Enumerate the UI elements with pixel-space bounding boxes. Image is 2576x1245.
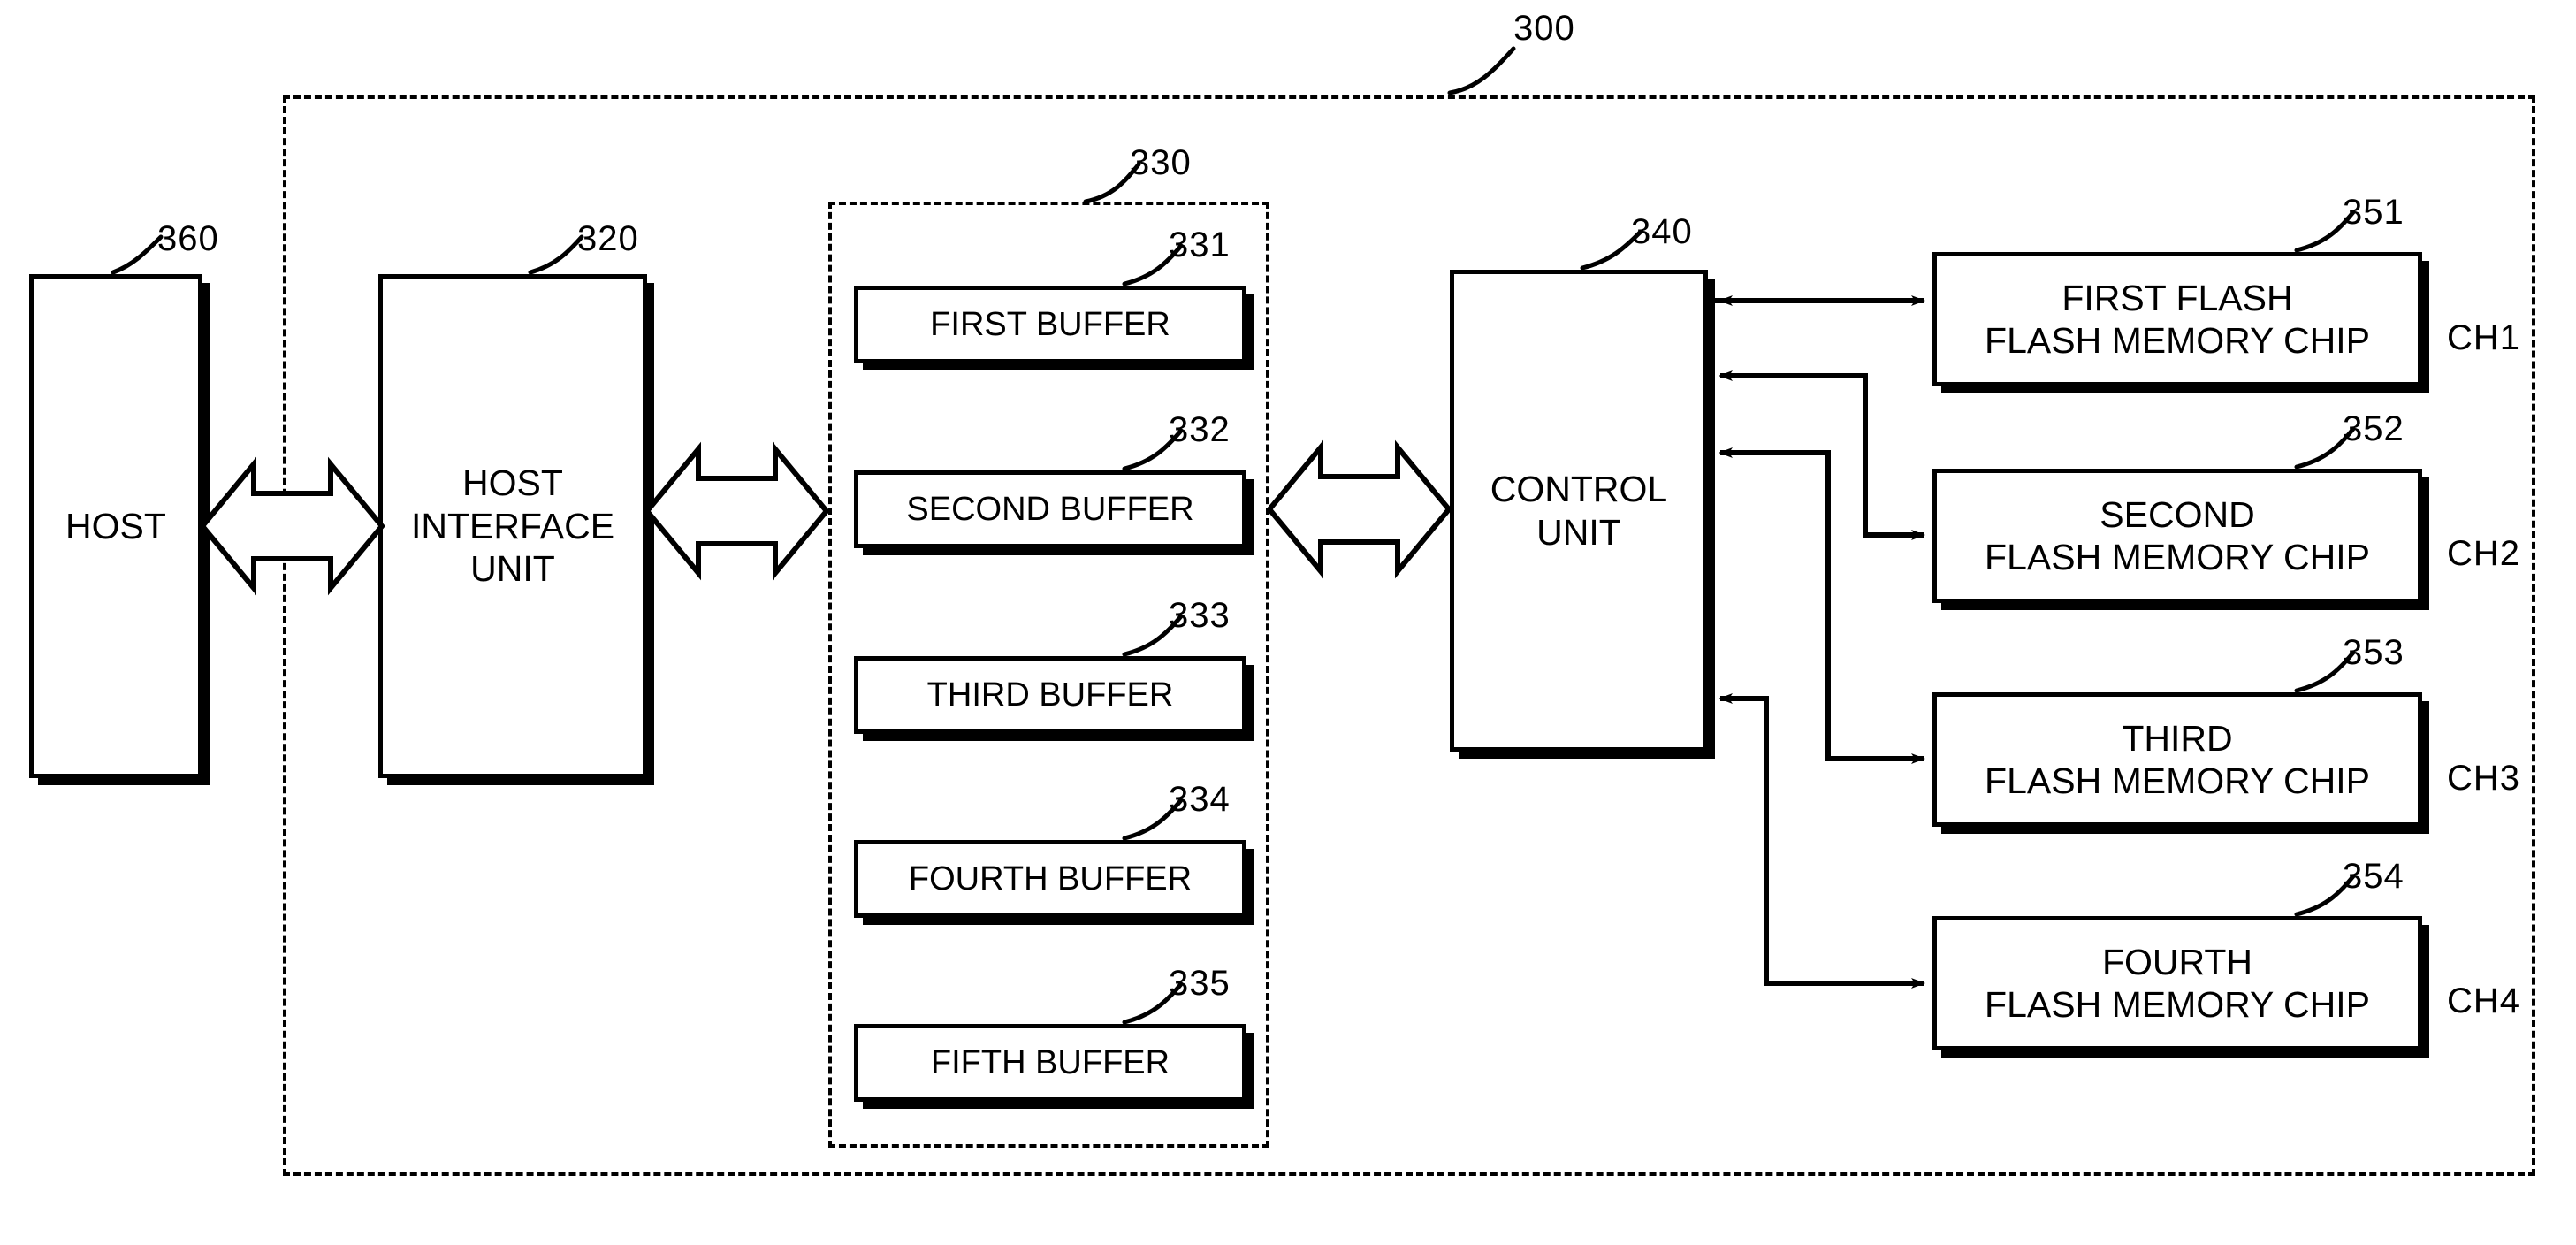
ref-300: 300 <box>1513 9 1575 48</box>
third-flash-memory-chip-block[interactable]: THIRD FLASH MEMORY CHIP <box>1932 692 2422 827</box>
host-interface-unit-label: HOST INTERFACE UNIT <box>410 462 615 590</box>
fifth-buffer-block[interactable]: FIFTH BUFFER <box>854 1024 1246 1102</box>
channel-label-ch3: CH3 <box>2447 759 2521 798</box>
second-buffer-block[interactable]: SECOND BUFFER <box>854 470 1246 548</box>
channel-label-ch1: CH1 <box>2447 318 2521 357</box>
ref-330: 330 <box>1130 143 1192 182</box>
first-flash-memory-chip-block[interactable]: FIRST FLASH FLASH MEMORY CHIP <box>1932 252 2422 386</box>
host-interface-unit-block[interactable]: HOST INTERFACE UNIT <box>378 274 647 778</box>
first-buffer-block[interactable]: FIRST BUFFER <box>854 286 1246 363</box>
leader-360 <box>111 234 164 275</box>
ref-352: 352 <box>2343 409 2405 448</box>
channel-label-ch2: CH2 <box>2447 534 2521 573</box>
third-buffer-label: THIRD BUFFER <box>926 676 1174 714</box>
second-flash-memory-chip-label: SECOND FLASH MEMORY CHIP <box>1985 493 2370 577</box>
control-unit-label: CONTROL UNIT <box>1490 469 1668 553</box>
control-unit-block[interactable]: CONTROL UNIT <box>1450 270 1708 752</box>
first-flash-memory-chip-label: FIRST FLASH FLASH MEMORY CHIP <box>1985 277 2370 361</box>
ref-332: 332 <box>1169 410 1231 449</box>
fifth-buffer-label: FIFTH BUFFER <box>930 1043 1170 1081</box>
second-buffer-label: SECOND BUFFER <box>906 490 1194 528</box>
fourth-flash-memory-chip-label: FOURTH FLASH MEMORY CHIP <box>1985 941 2370 1025</box>
host-block[interactable]: HOST <box>29 274 202 778</box>
third-flash-memory-chip-label: THIRD FLASH MEMORY CHIP <box>1985 717 2370 801</box>
ref-331: 331 <box>1169 225 1231 264</box>
figure-canvas: HOST HOST INTERFACE UNIT FIRST BUFFER SE… <box>0 0 2576 1245</box>
channel-label-ch4: CH4 <box>2447 981 2521 1020</box>
ref-360: 360 <box>157 219 219 258</box>
fourth-buffer-label: FOURTH BUFFER <box>908 859 1193 897</box>
fourth-buffer-block[interactable]: FOURTH BUFFER <box>854 840 1246 918</box>
ref-333: 333 <box>1169 596 1231 635</box>
ref-334: 334 <box>1169 780 1231 819</box>
third-buffer-block[interactable]: THIRD BUFFER <box>854 656 1246 734</box>
ref-340: 340 <box>1631 212 1693 251</box>
leader-300 <box>1447 46 1516 95</box>
ref-354: 354 <box>2343 857 2405 896</box>
ref-320: 320 <box>577 219 639 258</box>
ref-351: 351 <box>2343 193 2405 232</box>
second-flash-memory-chip-block[interactable]: SECOND FLASH MEMORY CHIP <box>1932 469 2422 603</box>
host-label: HOST <box>65 505 166 546</box>
fourth-flash-memory-chip-block[interactable]: FOURTH FLASH MEMORY CHIP <box>1932 916 2422 1050</box>
first-buffer-label: FIRST BUFFER <box>930 305 1170 343</box>
ref-353: 353 <box>2343 633 2405 672</box>
ref-335: 335 <box>1169 964 1231 1003</box>
